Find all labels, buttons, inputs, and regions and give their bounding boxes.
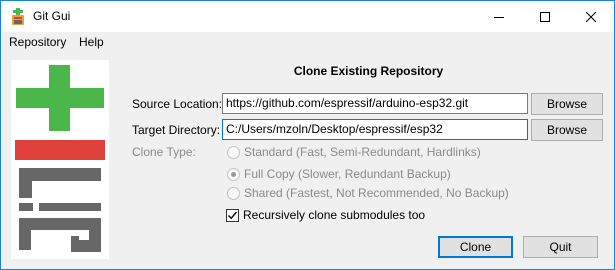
clone-type-shared-option[interactable]: Shared (Fastest, Not Recommended, No Bac… bbox=[227, 185, 509, 201]
logo-plus-horizontal bbox=[16, 88, 104, 108]
maximize-button[interactable] bbox=[522, 1, 568, 32]
clone-type-shared-label: Shared (Fastest, Not Recommended, No Bac… bbox=[244, 186, 509, 200]
git-gui-app-icon bbox=[12, 8, 24, 25]
browse-source-button[interactable]: Browse bbox=[531, 93, 603, 115]
clone-type-standard-label: Standard (Fast, Semi-Redundant, Hardlink… bbox=[244, 145, 481, 159]
close-button[interactable] bbox=[568, 1, 614, 32]
clone-type-full-copy-option[interactable]: Full Copy (Slower, Redundant Backup) bbox=[227, 166, 451, 182]
quit-button[interactable]: Quit bbox=[523, 236, 598, 258]
logo-git-letters bbox=[19, 168, 101, 252]
checkmark-icon bbox=[228, 211, 238, 219]
git-logo-panel bbox=[11, 60, 109, 259]
clone-type-standard-option[interactable]: Standard (Fast, Semi-Redundant, Hardlink… bbox=[227, 144, 481, 160]
recursive-submodules-option[interactable]: Recursively clone submodules too bbox=[226, 207, 425, 223]
git-logo-image bbox=[15, 65, 105, 252]
source-location-label: Source Location: bbox=[132, 97, 223, 111]
clone-type-label: Clone Type: bbox=[132, 145, 196, 159]
radio-selected-dot bbox=[231, 171, 236, 177]
menu-bar: Repository Help bbox=[1, 32, 614, 52]
source-location-field[interactable]: https://github.com/espressif/arduino-esp… bbox=[222, 93, 528, 114]
window-title: Git Gui bbox=[33, 9, 71, 23]
title-bar[interactable]: Git Gui bbox=[1, 1, 614, 32]
clone-button[interactable]: Clone bbox=[438, 236, 513, 258]
recursive-submodules-checkbox[interactable] bbox=[226, 208, 239, 222]
minimize-button[interactable] bbox=[476, 1, 522, 32]
maximize-icon bbox=[540, 11, 550, 22]
radio-full-copy[interactable] bbox=[227, 167, 240, 181]
browse-target-button[interactable]: Browse bbox=[531, 119, 603, 141]
minimize-icon bbox=[494, 16, 504, 18]
dialog-heading: Clone Existing Repository bbox=[293, 64, 444, 78]
git-gui-window: Git Gui Repository Help Clone Existing R… bbox=[0, 0, 615, 270]
target-directory-field[interactable]: C:/Users/mzoln/Desktop/espressif/esp32 bbox=[222, 119, 528, 140]
clone-type-full-copy-label: Full Copy (Slower, Redundant Backup) bbox=[244, 167, 451, 181]
radio-standard[interactable] bbox=[227, 145, 240, 159]
recursive-submodules-label: Recursively clone submodules too bbox=[243, 208, 426, 222]
logo-minus-bar bbox=[15, 140, 105, 160]
menu-repository[interactable]: Repository bbox=[9, 35, 66, 49]
menu-help[interactable]: Help bbox=[79, 35, 104, 49]
close-icon bbox=[586, 11, 596, 22]
target-directory-label: Target Directory: bbox=[132, 123, 221, 137]
radio-shared[interactable] bbox=[227, 186, 240, 200]
